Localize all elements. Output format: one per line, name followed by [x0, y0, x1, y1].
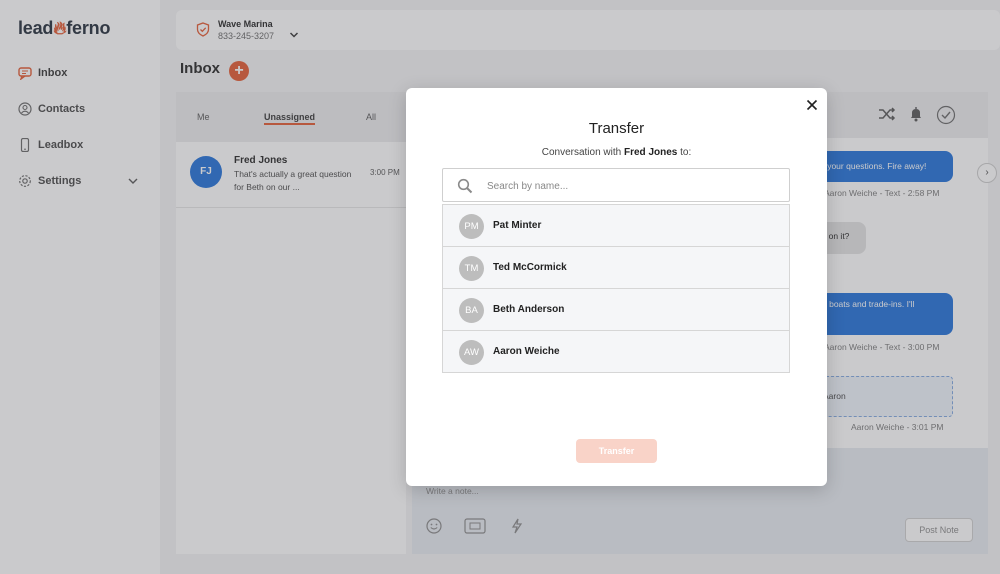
- list-item[interactable]: AW Aaron Weiche: [442, 330, 790, 373]
- modal-title: Transfer: [588, 120, 645, 137]
- modal-subtitle: Conversation with Fred Jones to:: [541, 147, 692, 158]
- search-icon: [457, 178, 473, 199]
- avatar: AW: [459, 340, 484, 365]
- avatar: BA: [459, 298, 484, 323]
- search-box: [442, 168, 790, 202]
- agent-name: Pat Minter: [493, 220, 542, 231]
- list-item[interactable]: BA Beth Anderson: [442, 288, 790, 331]
- transfer-modal: Transfer Conversation with Fred Jones to…: [406, 88, 827, 486]
- list-item[interactable]: TM Ted McCormick: [442, 246, 790, 289]
- list-item[interactable]: PM Pat Minter: [442, 204, 790, 247]
- avatar: PM: [459, 214, 484, 239]
- agent-name: Ted McCormick: [493, 262, 567, 273]
- agent-name: Aaron Weiche: [493, 346, 560, 357]
- close-icon[interactable]: [805, 98, 819, 112]
- contact-name: Fred Jones: [624, 147, 678, 158]
- transfer-button[interactable]: Transfer: [576, 439, 657, 463]
- search-input[interactable]: [487, 177, 777, 195]
- avatar: TM: [459, 256, 484, 281]
- agent-name: Beth Anderson: [493, 304, 565, 315]
- agent-list: PM Pat Minter TM Ted McCormick BA Beth A…: [442, 204, 790, 373]
